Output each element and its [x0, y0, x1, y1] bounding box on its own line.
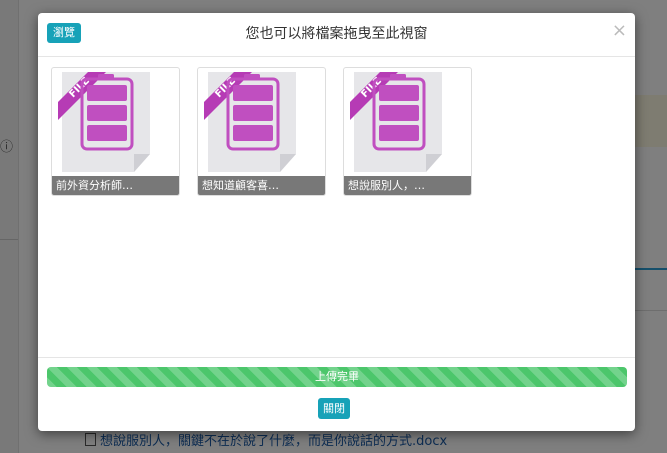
- dialog-title: 您也可以將檔案拖曳至此視窗: [245, 26, 428, 42]
- file-card[interactable]: FILE 前外資分析師…: [51, 67, 180, 196]
- file-card[interactable]: FILE 想知道顧客喜…: [197, 67, 326, 196]
- file-icon: FILE: [350, 72, 442, 172]
- close-icon[interactable]: ×: [612, 21, 627, 41]
- upload-progress-bar: 上傳完畢: [47, 367, 627, 387]
- file-drop-area[interactable]: FILE 前外資分析師… FILE 想知道顧客喜… FILE 想說服別人，…: [38, 57, 635, 357]
- upload-progress-fill: 上傳完畢: [47, 367, 627, 387]
- file-card[interactable]: FILE 想說服別人，…: [343, 67, 472, 196]
- file-icon: FILE: [58, 72, 150, 172]
- file-name: 前外資分析師…: [52, 176, 179, 195]
- file-name: 想說服別人，…: [344, 176, 471, 195]
- file-name: 想知道顧客喜…: [198, 176, 325, 195]
- dialog-header: 瀏覽 您也可以將檔案拖曳至此視窗 ×: [38, 13, 635, 57]
- file-icon: FILE: [204, 72, 296, 172]
- upload-dialog: 瀏覽 您也可以將檔案拖曳至此視窗 × FILE 前外資分析師… FILE 想知道…: [38, 13, 635, 431]
- dialog-footer: 上傳完畢 關閉: [38, 357, 635, 431]
- close-button[interactable]: 關閉: [318, 398, 350, 419]
